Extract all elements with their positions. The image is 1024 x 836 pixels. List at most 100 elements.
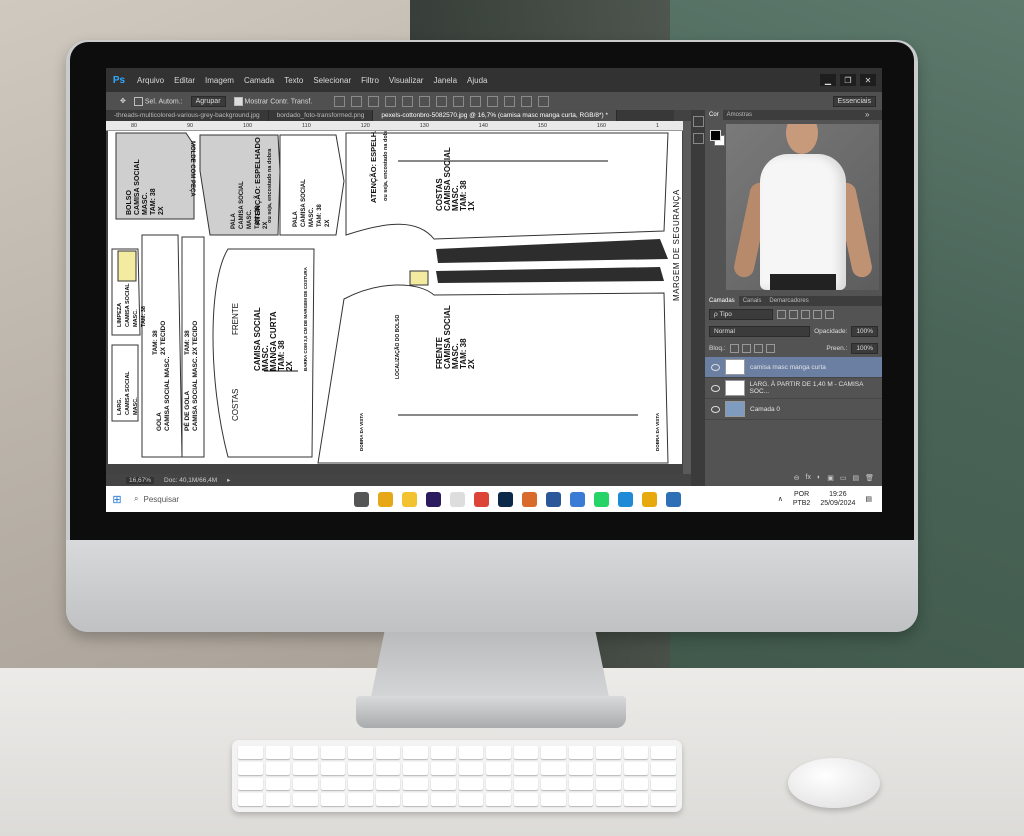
lock-position-icon[interactable] — [753, 344, 763, 353]
tab-demarcadores[interactable]: Demarcadores — [765, 296, 812, 306]
align-left-icon[interactable] — [385, 95, 397, 107]
document-canvas[interactable]: BOLSO CAMISA SOCIAL MASC. TAM: 38 2X MOL… — [108, 131, 682, 464]
auto-align-icon[interactable] — [538, 95, 550, 107]
tab-canais[interactable]: Canais — [739, 296, 766, 306]
text-atencao-2: ATENÇÃO: ESPELHADO — [369, 131, 378, 203]
photoshop-icon[interactable] — [498, 491, 513, 507]
chrome-icon-2[interactable] — [642, 491, 657, 507]
new-layer-icon[interactable]: ▤ — [852, 474, 859, 484]
link-layers-icon[interactable]: ⊖ — [794, 474, 800, 484]
menu-arquivo[interactable]: Arquivo — [132, 76, 169, 85]
menu-filtro[interactable]: Filtro — [356, 76, 384, 85]
opacity-input[interactable]: 100% — [851, 326, 878, 337]
lock-pixels-icon[interactable] — [729, 344, 739, 353]
minimize-button[interactable]: ▁ — [820, 74, 836, 86]
align-right-icon[interactable] — [419, 95, 431, 107]
align-top-icon[interactable] — [334, 95, 346, 107]
fill-input[interactable]: 100% — [851, 343, 878, 354]
canvas-vertical-scrollbar[interactable] — [683, 121, 691, 476]
distribute-bottom-icon[interactable] — [470, 95, 482, 107]
history-panel-icon[interactable] — [692, 116, 704, 127]
taskbar-search[interactable]: ⌕ Pesquisar — [128, 486, 324, 512]
workspace-dropdown[interactable]: Essenciais — [832, 95, 876, 107]
menu-editar[interactable]: Editar — [169, 76, 200, 85]
filter-adjust-icon[interactable] — [789, 310, 798, 319]
new-group-icon[interactable]: ▭ — [840, 474, 847, 484]
menu-janela[interactable]: Janela — [428, 76, 462, 85]
notification-icon[interactable]: ▤ — [865, 495, 872, 503]
app-blue-icon[interactable] — [570, 491, 585, 507]
filter-pixel-icon[interactable] — [777, 310, 786, 319]
distribute-center-icon[interactable] — [504, 95, 516, 107]
tab-bordado-foto[interactable]: bordado_foto-transformed.png — [269, 110, 374, 121]
menu-imagem[interactable]: Imagem — [200, 76, 239, 85]
keyboard-key — [430, 761, 456, 775]
foreground-color-swatch[interactable] — [710, 130, 721, 141]
restore-button[interactable]: ❐ — [840, 74, 856, 86]
layer-filter-dropdown[interactable]: ρ Tipo — [709, 309, 773, 320]
tab-camadas[interactable]: Camadas — [705, 296, 739, 306]
layer-style-icon[interactable]: fx — [806, 474, 811, 484]
filter-shape-icon[interactable] — [813, 310, 822, 319]
lock-all-icon[interactable] — [765, 344, 775, 353]
media-icon[interactable] — [522, 491, 537, 507]
language-indicator[interactable]: POR PTB2 — [793, 490, 811, 508]
close-button[interactable]: ✕ — [860, 74, 876, 86]
premiere-icon[interactable] — [426, 491, 441, 507]
clock[interactable]: 19:26 25/09/2024 — [820, 490, 855, 508]
tab-amostras[interactable]: Amostras — [723, 110, 756, 120]
move-tool-icon[interactable]: ✥ — [120, 97, 126, 105]
layer-row[interactable]: LARG. À PARTIR DE 1,40 M - CAMISA SOC... — [705, 378, 882, 399]
distribute-right-icon[interactable] — [521, 95, 533, 107]
tab-threads-background[interactable]: -threads-multicolored-various-grey-backg… — [106, 110, 269, 121]
word-icon[interactable] — [546, 491, 561, 507]
zoom-level[interactable]: 16,67% — [126, 476, 155, 484]
align-middle-icon[interactable] — [351, 95, 363, 107]
app-yellow-icon[interactable] — [378, 491, 393, 507]
windows-icon[interactable]: ⊞ — [106, 486, 128, 512]
menu-selecionar[interactable]: Selecionar — [308, 76, 356, 85]
lock-paint-icon[interactable] — [741, 344, 751, 353]
show-transform-toggle[interactable]: Mostrar Contr. Transf. — [233, 96, 312, 106]
align-center-icon[interactable] — [402, 95, 414, 107]
menu-visualizar[interactable]: Visualizar — [384, 76, 429, 85]
eye-icon[interactable] — [711, 363, 720, 371]
chrome-icon[interactable] — [474, 491, 489, 507]
tab-cor[interactable]: Cor — [705, 110, 723, 120]
layer-row[interactable]: camisa masc manga curta — [705, 357, 882, 378]
layer-mask-icon[interactable]: ◐ — [817, 474, 821, 484]
file-explorer-icon[interactable] — [402, 491, 417, 507]
adjustment-layer-icon[interactable]: ▣ — [827, 474, 834, 484]
whatsapp-icon[interactable] — [594, 491, 609, 507]
auto-select-label: Sel. Autom.: — [144, 97, 183, 105]
task-view-icon[interactable] — [354, 491, 369, 507]
text-atencao-sub-1: ou seja, encostado na dobra — [267, 148, 273, 223]
delete-layer-icon[interactable]: 🗑 — [865, 474, 874, 484]
blend-mode-dropdown[interactable]: Normal — [709, 326, 811, 337]
edge-icon[interactable] — [618, 491, 633, 507]
filter-smart-icon[interactable] — [825, 310, 834, 319]
eye-icon[interactable] — [711, 384, 720, 392]
properties-panel-icon[interactable] — [692, 133, 704, 144]
menu-ajuda[interactable]: Ajuda — [462, 76, 492, 85]
layer-row[interactable]: Camada 0 — [705, 399, 882, 420]
panel-collapse-icon[interactable]: » — [865, 110, 869, 119]
status-arrow-icon[interactable]: ▸ — [227, 476, 230, 484]
auto-select-dropdown[interactable]: Agrupar — [190, 95, 226, 107]
distribute-middle-icon[interactable] — [453, 95, 465, 107]
tab-pexels-cottonbro[interactable]: pexels-cottonbro-5082570.jpg @ 16,7% (ca… — [373, 110, 618, 121]
eye-icon[interactable] — [711, 405, 720, 413]
distribute-top-icon[interactable] — [436, 95, 448, 107]
menu-texto[interactable]: Texto — [279, 76, 308, 85]
keyboard-key — [596, 746, 621, 759]
filter-type-icon[interactable] — [801, 310, 810, 319]
document-icon[interactable] — [450, 491, 465, 507]
align-bottom-icon[interactable] — [368, 95, 380, 107]
language-code: POR — [793, 491, 810, 498]
auto-select-toggle[interactable]: Sel. Autom.: — [133, 96, 183, 106]
distribute-left-icon[interactable] — [487, 95, 499, 107]
text-pe-de-gola: PÉ DE GOLA CAMISA SOCIAL MASC. — [184, 356, 199, 431]
menu-camada[interactable]: Camada — [239, 76, 279, 85]
photos-icon[interactable] — [666, 491, 681, 507]
chevron-up-icon[interactable]: ∧ — [778, 495, 783, 503]
